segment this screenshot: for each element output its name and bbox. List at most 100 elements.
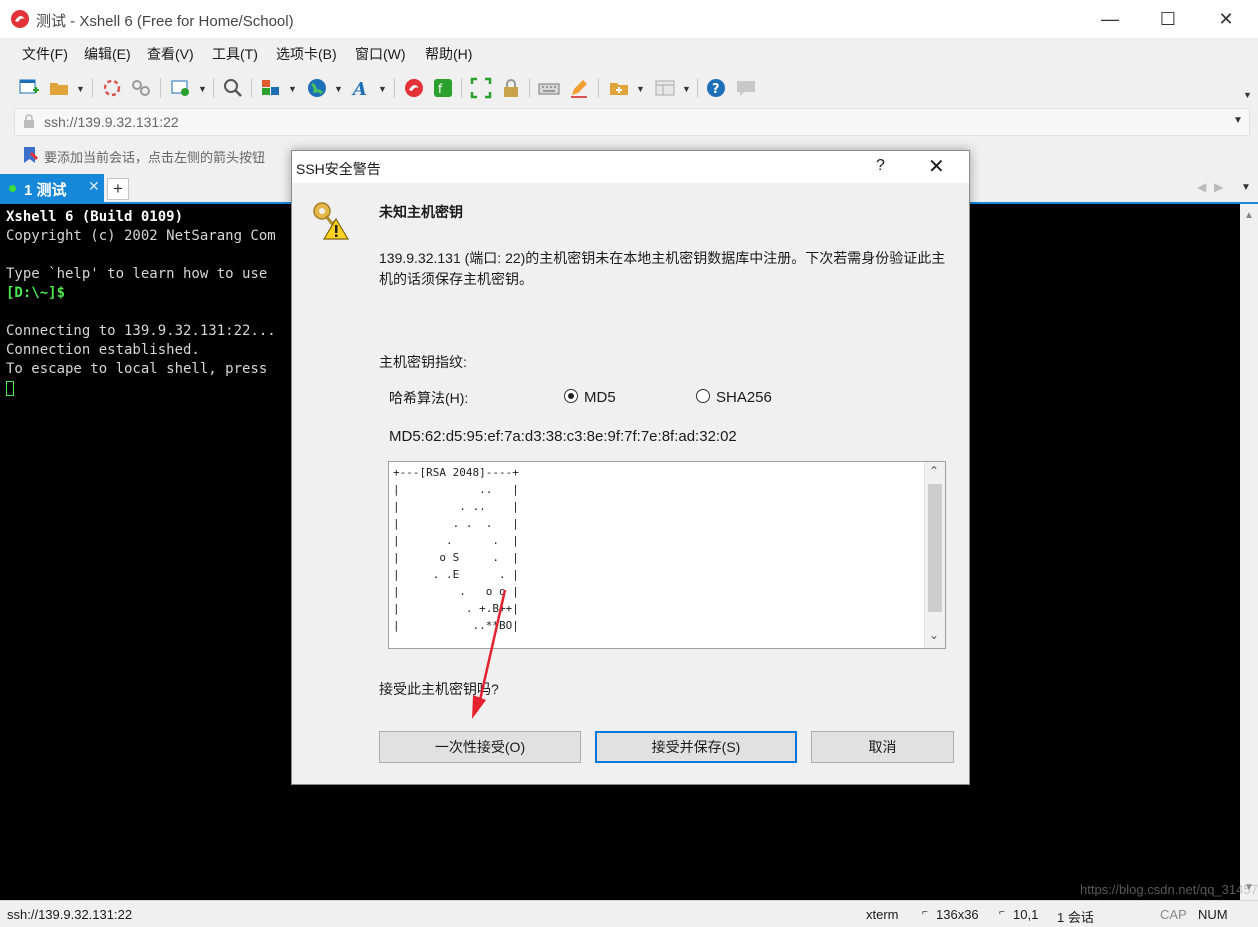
maximize-button[interactable]: ☐: [1139, 0, 1197, 38]
tab-list-dropdown-icon[interactable]: ▼: [1241, 182, 1251, 193]
chevron-down-icon[interactable]: ▼: [1233, 115, 1243, 126]
fingerprint-label: 主机密钥指纹:: [379, 354, 467, 370]
resize-icon: ⌐: [922, 907, 928, 918]
tab-session-1[interactable]: 1 测试 ✕: [0, 174, 104, 202]
dialog-title: SSH安全警告: [296, 161, 381, 177]
title-bar: 测试 - Xshell 6 (Free for Home/School) — ☐…: [0, 0, 1258, 38]
help-icon[interactable]: ?: [705, 77, 727, 99]
xftp-icon[interactable]: f: [432, 77, 454, 99]
window-title: 测试 - Xshell 6 (Free for Home/School): [36, 13, 294, 30]
chevron-up-icon[interactable]: ⌃: [929, 464, 939, 478]
status-sessions: 1 会话: [1057, 910, 1094, 925]
status-cursor: 10,1: [1013, 907, 1039, 922]
open-folder-icon[interactable]: [48, 77, 70, 99]
address-bar[interactable]: ssh://139.9.32.131:22 ▼: [14, 108, 1250, 136]
md5-radio[interactable]: [564, 389, 578, 403]
chat-icon[interactable]: [735, 77, 757, 99]
menu-window[interactable]: 窗口(W): [355, 44, 406, 64]
keyboard-icon[interactable]: [538, 77, 560, 99]
toolbar-separator: [92, 78, 93, 98]
disconnect-icon[interactable]: [130, 77, 152, 99]
sha256-radio-label[interactable]: SHA256: [716, 389, 772, 406]
toolbar-separator: [461, 78, 462, 98]
globe-icon[interactable]: [306, 77, 328, 99]
font-icon[interactable]: A: [351, 77, 373, 99]
search-icon[interactable]: [222, 77, 244, 99]
add-folder-icon[interactable]: [608, 77, 630, 99]
xshell-icon[interactable]: [403, 77, 425, 99]
globe-dropdown-icon[interactable]: ▼: [334, 84, 343, 94]
chevron-down-icon[interactable]: ⌄: [929, 628, 939, 642]
svg-text:?: ?: [712, 82, 720, 97]
toolbar-separator: [160, 78, 161, 98]
svg-text:A: A: [351, 79, 367, 99]
menu-tabs[interactable]: 选项卡(B): [276, 44, 337, 64]
reconnect-icon[interactable]: [101, 77, 123, 99]
tab-scroll-left-icon[interactable]: ◀: [1197, 180, 1206, 194]
xshell-logo-icon: [11, 10, 29, 28]
md5-radio-label[interactable]: MD5: [584, 389, 616, 406]
terminal-line: Connecting to 139.9.32.131:22...: [6, 323, 276, 339]
randomart-box[interactable]: +---[RSA 2048]----+ | .. | | . .. | | . …: [388, 461, 946, 649]
properties-dropdown-icon[interactable]: ▼: [198, 84, 207, 94]
menu-help[interactable]: 帮助(H): [425, 44, 472, 64]
tab-close-icon[interactable]: ✕: [88, 178, 100, 195]
layout-icon[interactable]: [260, 77, 282, 99]
status-num: NUM: [1198, 907, 1228, 922]
minimize-button[interactable]: —: [1081, 0, 1139, 38]
menu-tools[interactable]: 工具(T): [212, 44, 258, 64]
hint-text: 要添加当前会话，点击左侧的箭头按钮: [44, 150, 266, 165]
toolbar-separator: [529, 78, 530, 98]
toolbar-separator: [213, 78, 214, 98]
lock-icon[interactable]: [500, 77, 522, 99]
toolbar-separator: [394, 78, 395, 98]
address-input[interactable]: ssh://139.9.32.131:22: [44, 114, 179, 130]
highlight-pen-icon[interactable]: [568, 77, 590, 99]
new-session-icon[interactable]: [18, 77, 40, 99]
hash-algorithm-label: 哈希算法(H):: [389, 390, 469, 406]
accept-and-save-button[interactable]: 接受并保存(S): [595, 731, 797, 763]
toolbar-separator: [697, 78, 698, 98]
toolbar-overflow-icon[interactable]: ▼: [1243, 90, 1252, 100]
randomart-text: +---[RSA 2048]----+ | .. | | . .. | | . …: [393, 466, 519, 632]
fullscreen-icon[interactable]: [470, 77, 492, 99]
menu-view[interactable]: 查看(V): [147, 44, 194, 64]
terminal-cursor: [6, 381, 14, 396]
tab-scroll-right-icon[interactable]: ▶: [1214, 180, 1223, 194]
bookmark-icon[interactable]: [22, 146, 38, 164]
status-size: 136x36: [936, 907, 979, 922]
add-folder-dropdown-icon[interactable]: ▼: [636, 84, 645, 94]
close-button[interactable]: ✕: [1197, 0, 1255, 38]
terminal-line: Connection established.: [6, 342, 200, 358]
dialog-help-button[interactable]: ?: [876, 157, 885, 175]
panel-layout-dropdown-icon[interactable]: ▼: [682, 84, 691, 94]
font-dropdown-icon[interactable]: ▼: [378, 84, 387, 94]
cancel-button[interactable]: 取消: [811, 731, 954, 763]
status-connection: ssh://139.9.32.131:22: [7, 907, 133, 922]
accept-once-button[interactable]: 一次性接受(O): [379, 731, 581, 763]
menu-file[interactable]: 文件(F): [22, 44, 68, 64]
terminal-line: To escape to local shell, press: [6, 361, 268, 377]
dialog-heading: 未知主机密钥: [379, 204, 463, 220]
toolbar-separator: [251, 78, 252, 98]
layout-dropdown-icon[interactable]: ▼: [288, 84, 297, 94]
open-dropdown-icon[interactable]: ▼: [76, 84, 85, 94]
scroll-up-icon[interactable]: ▲: [1244, 210, 1254, 221]
randomart-scrollbar[interactable]: ⌃ ⌄: [924, 462, 945, 648]
cursor-position-icon: ⌐: [999, 907, 1005, 918]
scroll-thumb[interactable]: [928, 484, 942, 612]
properties-icon[interactable]: [170, 77, 192, 99]
fingerprint-value: MD5:62:d5:95:ef:7a:d3:38:c3:8e:9f:7f:7e:…: [389, 428, 737, 445]
tab-label: 1 测试: [24, 182, 67, 199]
panel-layout-icon[interactable]: [654, 77, 676, 99]
menu-edit[interactable]: 编辑(E): [84, 44, 131, 64]
accept-question: 接受此主机密钥吗?: [379, 681, 499, 697]
dialog-close-button[interactable]: ✕: [928, 154, 945, 179]
terminal-line: Xshell 6 (Build 0109): [6, 209, 184, 225]
sha256-radio[interactable]: [696, 389, 710, 403]
terminal-scrollbar[interactable]: ▲ ▼: [1240, 204, 1258, 900]
terminal-line: Type `help' to learn how to use: [6, 266, 268, 282]
add-tab-button[interactable]: +: [107, 178, 129, 200]
key-warning-icon: [313, 202, 350, 240]
terminal-prompt: [D:\~]$: [6, 285, 66, 301]
